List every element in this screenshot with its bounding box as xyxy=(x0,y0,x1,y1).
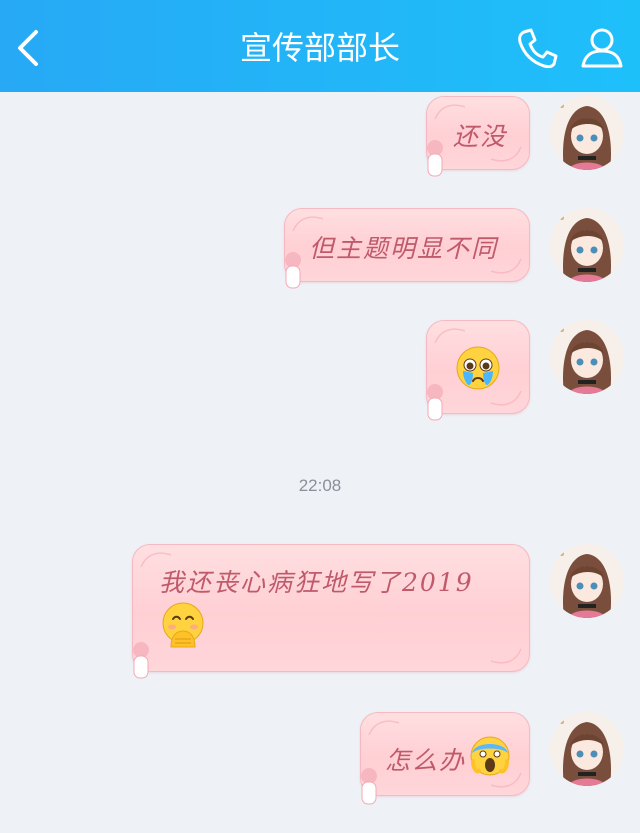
bubble-sticker-icon xyxy=(427,384,443,421)
chat-header: 宣传部部长 xyxy=(0,0,640,92)
hand-over-mouth-emoji xyxy=(162,602,204,648)
screaming-face-emoji xyxy=(470,736,510,776)
bubble-sticker-icon xyxy=(427,140,443,177)
phone-icon[interactable] xyxy=(514,24,562,72)
back-arrow-icon[interactable] xyxy=(10,26,50,70)
timestamp: 22:08 xyxy=(298,476,342,495)
avatar[interactable] xyxy=(550,208,624,282)
avatar[interactable] xyxy=(550,96,624,170)
message-text: 但主题明显不同 xyxy=(309,234,499,263)
message-text: 怎么办 xyxy=(385,746,467,775)
avatar[interactable] xyxy=(550,320,624,394)
chat-title: 宣传部部长 xyxy=(239,29,400,67)
avatar[interactable] xyxy=(550,544,624,618)
message-bubble[interactable]: 我还丧心病狂地写了2019 xyxy=(132,544,530,672)
avatar[interactable] xyxy=(550,712,624,786)
message-text: 还没 xyxy=(453,122,508,151)
message-text: 我还丧心病狂地写了2019 xyxy=(159,568,474,597)
message-bubble[interactable]: 怎么办 xyxy=(360,712,530,796)
bubble-sticker-icon xyxy=(133,642,149,679)
message-bubble[interactable]: 但主题明显不同 xyxy=(284,208,530,282)
bubble-sticker-icon xyxy=(285,252,301,289)
profile-icon[interactable] xyxy=(578,24,626,72)
crying-face-emoji xyxy=(456,346,500,390)
bubble-sticker-icon xyxy=(361,768,377,805)
